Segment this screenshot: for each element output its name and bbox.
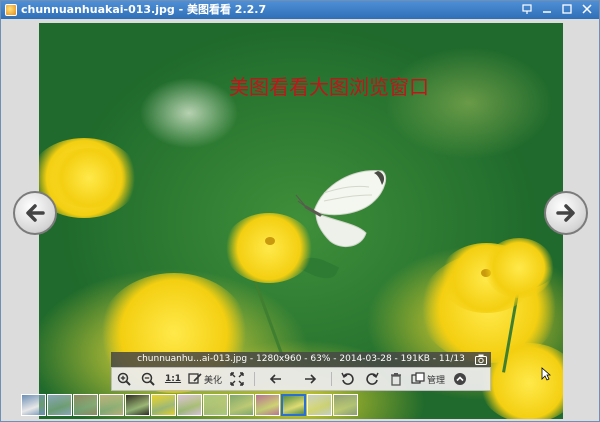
zoom-in-icon <box>117 372 131 386</box>
camera-icon[interactable] <box>475 354 487 365</box>
thumbnail[interactable] <box>151 394 176 416</box>
thumbnail[interactable] <box>333 394 358 416</box>
manage-icon <box>411 372 425 384</box>
toolbar-divider <box>331 372 332 386</box>
thumbnail[interactable] <box>125 394 150 416</box>
thumbnail[interactable] <box>307 394 332 416</box>
zoom-in-button[interactable] <box>112 368 136 390</box>
thumbnail[interactable] <box>73 394 98 416</box>
app-logo-icon <box>5 4 17 16</box>
next-button[interactable] <box>293 368 327 390</box>
fullscreen-button[interactable] <box>224 368 250 390</box>
thumbnail[interactable] <box>21 394 46 416</box>
image-watermark-text: 美图看看大图浏览窗口 <box>229 75 429 99</box>
previous-image-button[interactable] <box>13 191 57 235</box>
actual-size-button[interactable]: 1:1 <box>160 368 186 390</box>
pin-icon[interactable] <box>521 3 533 15</box>
manage-label: 管理 <box>426 375 445 386</box>
thumbnail[interactable] <box>99 394 124 416</box>
brush-icon <box>188 373 202 384</box>
delete-button[interactable] <box>384 368 408 390</box>
window-title: chunnuanhuakai-013.jpg - 美图看看 2.2.7 <box>21 3 267 16</box>
beautify-button[interactable]: 美化 <box>186 368 224 390</box>
previous-button[interactable] <box>259 368 293 390</box>
thumbnail[interactable] <box>229 394 254 416</box>
app-window: chunnuanhuakai-013.jpg - 美图看看 2.2.7 美图看看… <box>0 0 600 422</box>
zoom-out-icon <box>141 372 155 386</box>
trash-icon <box>391 373 401 386</box>
arrow-left-icon <box>26 204 45 222</box>
rotate-right-button[interactable] <box>360 368 384 390</box>
fullscreen-icon <box>230 372 244 386</box>
actual-size-label: 1:1 <box>164 374 182 384</box>
close-icon[interactable] <box>581 3 593 15</box>
arrow-left-icon <box>269 374 281 384</box>
title-bar[interactable]: chunnuanhuakai-013.jpg - 美图看看 2.2.7 <box>1 1 599 19</box>
rotate-ccw-icon <box>341 372 354 385</box>
beautify-label: 美化 <box>203 375 222 386</box>
thumbnail[interactable] <box>47 394 72 416</box>
image-info-text: chunnuanhu...ai-013.jpg - 1280x960 - 63%… <box>137 354 465 364</box>
rotate-cw-icon <box>366 372 379 385</box>
flower <box>484 238 554 298</box>
collapse-toolbar-button[interactable] <box>448 368 472 390</box>
image-info-bar: chunnuanhu...ai-013.jpg - 1280x960 - 63%… <box>111 352 491 367</box>
viewer-toolbar: 1:1 美化 管理 <box>111 367 491 391</box>
next-image-button[interactable] <box>544 191 588 235</box>
thumbnail-strip <box>21 394 358 418</box>
arrow-right-icon <box>305 374 317 384</box>
manage-button[interactable]: 管理 <box>408 368 448 390</box>
maximize-icon[interactable] <box>561 3 573 15</box>
rotate-left-button[interactable] <box>336 368 360 390</box>
thumbnail[interactable] <box>177 394 202 416</box>
mouse-cursor-icon <box>541 367 551 381</box>
minimize-icon[interactable] <box>541 3 553 15</box>
thumbnail[interactable] <box>281 394 306 416</box>
flower-stem <box>251 275 286 361</box>
arrow-right-icon <box>556 204 575 222</box>
zoom-out-button[interactable] <box>136 368 160 390</box>
flower <box>49 148 129 208</box>
thumbnail[interactable] <box>255 394 280 416</box>
chevron-up-icon <box>454 373 466 385</box>
toolbar-divider <box>254 372 255 386</box>
butterfly <box>295 170 387 248</box>
thumbnail[interactable] <box>203 394 228 416</box>
flower-center <box>265 237 275 245</box>
window-controls <box>521 3 593 15</box>
